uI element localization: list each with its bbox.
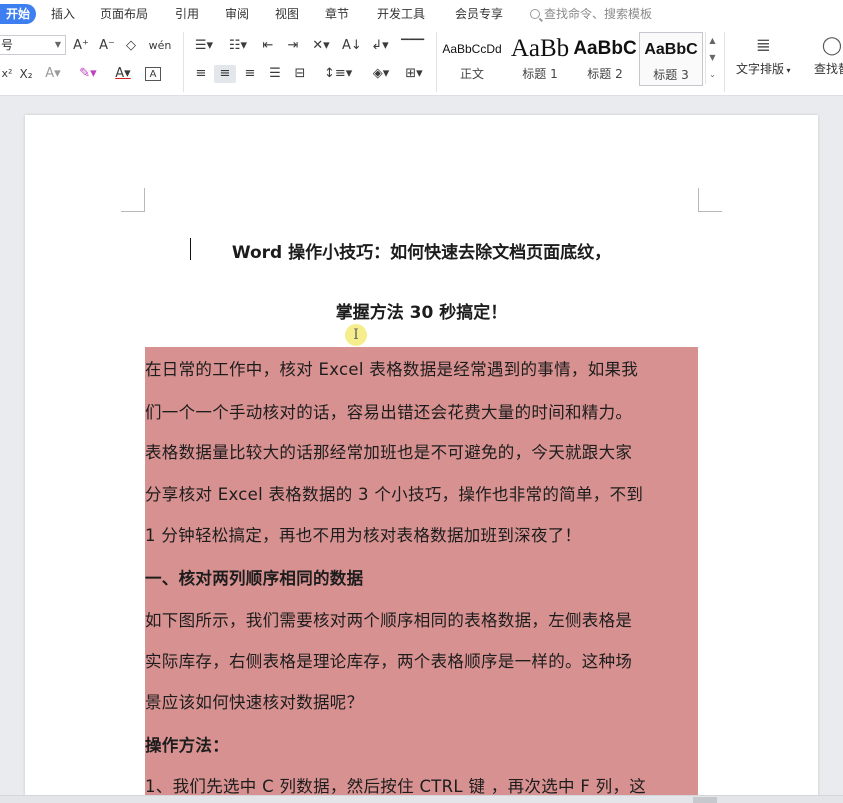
line-spacing-icon[interactable]: ↕≡▾ xyxy=(324,65,352,83)
command-search[interactable]: 查找命令、搜索模板 xyxy=(530,5,652,22)
style-label: 正文 xyxy=(459,67,484,81)
tab-review[interactable]: 审阅 xyxy=(225,5,249,23)
font-size-select[interactable]: 号 ▼ xyxy=(0,35,66,55)
ribbon: 号 ▼ A⁺ A⁻ ◇ wén x² X₂ A▾ ✎▾ A▾ A ☰▾ ☷▾ ⇤… xyxy=(0,28,843,96)
shrink-font-icon[interactable]: A⁻ xyxy=(98,37,116,55)
body-paragraph[interactable]: 们一个一个手动核对的话，容易出错还会花费大量的时间和精力。 xyxy=(145,399,698,423)
more-icon[interactable]: ⌄ xyxy=(706,66,719,83)
divider xyxy=(436,32,437,92)
divider xyxy=(724,32,725,92)
styles-gallery: AaBbCcDd 正文 AaBb 标题 1 AaBbC 标题 2 AaBbC 标… xyxy=(440,32,720,88)
highlight-color-icon[interactable]: ✎▾ xyxy=(76,65,100,83)
tab-page-layout[interactable]: 页面布局 xyxy=(100,5,148,23)
phonetic-guide-icon[interactable]: wén xyxy=(147,37,173,55)
style-sample: AaBbC xyxy=(573,38,637,59)
align-center-icon[interactable]: ≡ xyxy=(214,65,236,83)
body-paragraph[interactable]: 分享核对 Excel 表格数据的 3 个小技巧，操作也非常的简单，不到 xyxy=(145,481,698,505)
find-replace-button[interactable]: ◯ 查找替 xyxy=(814,34,843,77)
shading-fill-icon[interactable]: ◈▾ xyxy=(368,65,394,83)
sort-icon[interactable]: A↓ xyxy=(342,37,362,55)
font-color-icon[interactable]: A▾ xyxy=(111,65,135,83)
grow-font-icon[interactable]: A⁺ xyxy=(72,37,90,55)
styles-gallery-scroll[interactable]: ▲ ▼ ⌄ xyxy=(705,32,719,84)
align-right-icon[interactable]: ≡ xyxy=(241,65,259,83)
body-paragraph[interactable]: 景应该如何快速核对数据呢？ xyxy=(145,689,698,713)
text-caret xyxy=(190,238,191,260)
find-label: 查找替 xyxy=(814,62,843,76)
divider xyxy=(183,32,184,92)
section-heading[interactable]: 一、核对两列顺序相同的数据 xyxy=(145,565,698,589)
tab-section[interactable]: 章节 xyxy=(325,5,349,23)
decrease-indent-icon[interactable]: ⇤ xyxy=(259,37,277,55)
text-layout-icon: ≣ xyxy=(755,35,771,56)
tab-references[interactable]: 引用 xyxy=(175,5,199,23)
section-subheading[interactable]: 操作方法： xyxy=(145,732,698,756)
style-sample: AaBbCcDd xyxy=(442,42,502,56)
chevron-down-icon[interactable]: ▼ xyxy=(706,49,719,66)
clear-format-icon[interactable]: ◇ xyxy=(122,37,140,55)
chevron-down-icon: ▼ xyxy=(54,40,61,49)
tab-home[interactable]: 开始 xyxy=(0,4,36,24)
chevron-down-icon: ▾ xyxy=(784,66,791,75)
body-paragraph[interactable]: 如下图所示，我们需要核对两个顺序相同的表格数据，左侧表格是 xyxy=(145,607,698,631)
document-page[interactable]: Word 操作小技巧：如何快速去除文档页面底纹， 掌握方法 30 秒搞定！ I … xyxy=(25,115,818,803)
chevron-up-icon[interactable]: ▲ xyxy=(706,32,719,49)
style-heading-3[interactable]: AaBbC 标题 3 xyxy=(639,32,703,86)
body-paragraph[interactable]: 1 分钟轻松搞定，再也不用为核对表格数据加班到深夜了！ xyxy=(145,522,698,546)
increase-indent-icon[interactable]: ⇥ xyxy=(284,37,302,55)
style-label: 标题 3 xyxy=(653,68,689,82)
style-heading-2[interactable]: AaBbC 标题 2 xyxy=(573,32,637,86)
body-paragraph[interactable]: 在日常的工作中，核对 Excel 表格数据是经常遇到的事情，如果我 xyxy=(145,356,698,380)
body-paragraph[interactable]: 实际库存，右侧表格是理论库存，两个表格顺序是一样的。这种场 xyxy=(145,648,698,672)
style-label: 标题 1 xyxy=(522,67,558,81)
align-left-icon[interactable]: ≡ xyxy=(192,65,210,83)
show-hide-marks-icon[interactable]: ↲▾ xyxy=(368,37,392,55)
superscript-icon[interactable]: x² xyxy=(0,65,14,83)
text-layout-label: 文字排版 xyxy=(736,62,785,76)
mouse-cursor-highlight: I xyxy=(345,324,367,346)
document-title-line-2[interactable]: 掌握方法 30 秒搞定！ xyxy=(145,298,698,323)
style-sample: AaBbC xyxy=(644,41,698,58)
body-paragraph[interactable]: 1、我们先选中 C 列数据，然后按住 CTRL 键 ，再次选中 F 列，这 xyxy=(145,773,698,797)
style-heading-1[interactable]: AaBb 标题 1 xyxy=(508,32,572,86)
margin-corner-mark xyxy=(698,188,722,212)
style-normal[interactable]: AaBbCcDd 正文 xyxy=(440,32,504,86)
tab-insert[interactable]: 插入 xyxy=(51,5,75,23)
numbered-list-icon[interactable]: ☷▾ xyxy=(226,37,250,55)
style-label: 标题 2 xyxy=(587,67,623,81)
tab-member[interactable]: 会员专享 xyxy=(455,5,503,23)
paragraph-ruler-icon[interactable]: ▔▔▔ xyxy=(401,37,424,55)
find-icon: ◯ xyxy=(821,35,843,56)
subscript-icon[interactable]: X₂ xyxy=(17,65,35,83)
horizontal-scrollbar[interactable] xyxy=(0,795,843,803)
borders-icon[interactable]: ⊞▾ xyxy=(401,65,427,83)
command-search-placeholder: 查找命令、搜索模板 xyxy=(544,7,653,21)
style-sample: AaBb xyxy=(510,35,570,62)
font-size-value: 号 xyxy=(1,38,14,52)
ibeam-cursor-icon: I xyxy=(353,327,359,343)
tab-view[interactable]: 视图 xyxy=(275,5,299,23)
document-title-line-1[interactable]: Word 操作小技巧：如何快速去除文档页面底纹， xyxy=(145,238,698,263)
text-layout-button[interactable]: ≣ 文字排版 ▾ xyxy=(736,34,791,77)
bullet-list-icon[interactable]: ☰▾ xyxy=(192,37,216,55)
body-paragraph[interactable]: 表格数据量比较大的话那经常加班也是不可避免的，今天就跟大家 xyxy=(145,439,698,463)
margin-corner-mark xyxy=(121,188,145,212)
char-border-icon[interactable]: A xyxy=(145,67,161,81)
menu-bar: 开始 插入 页面布局 引用 审阅 视图 章节 开发工具 会员专享 查找命令、搜索… xyxy=(0,0,843,28)
text-effect-icon[interactable]: A▾ xyxy=(42,65,64,83)
scrollbar-thumb[interactable] xyxy=(693,797,717,803)
tab-developer-tools[interactable]: 开发工具 xyxy=(377,5,425,23)
distributed-align-icon[interactable]: ⊟ xyxy=(291,65,309,83)
search-icon xyxy=(530,9,540,19)
justify-icon[interactable]: ☰ xyxy=(266,65,284,83)
chinese-layout-icon[interactable]: ✕▾ xyxy=(309,37,333,55)
